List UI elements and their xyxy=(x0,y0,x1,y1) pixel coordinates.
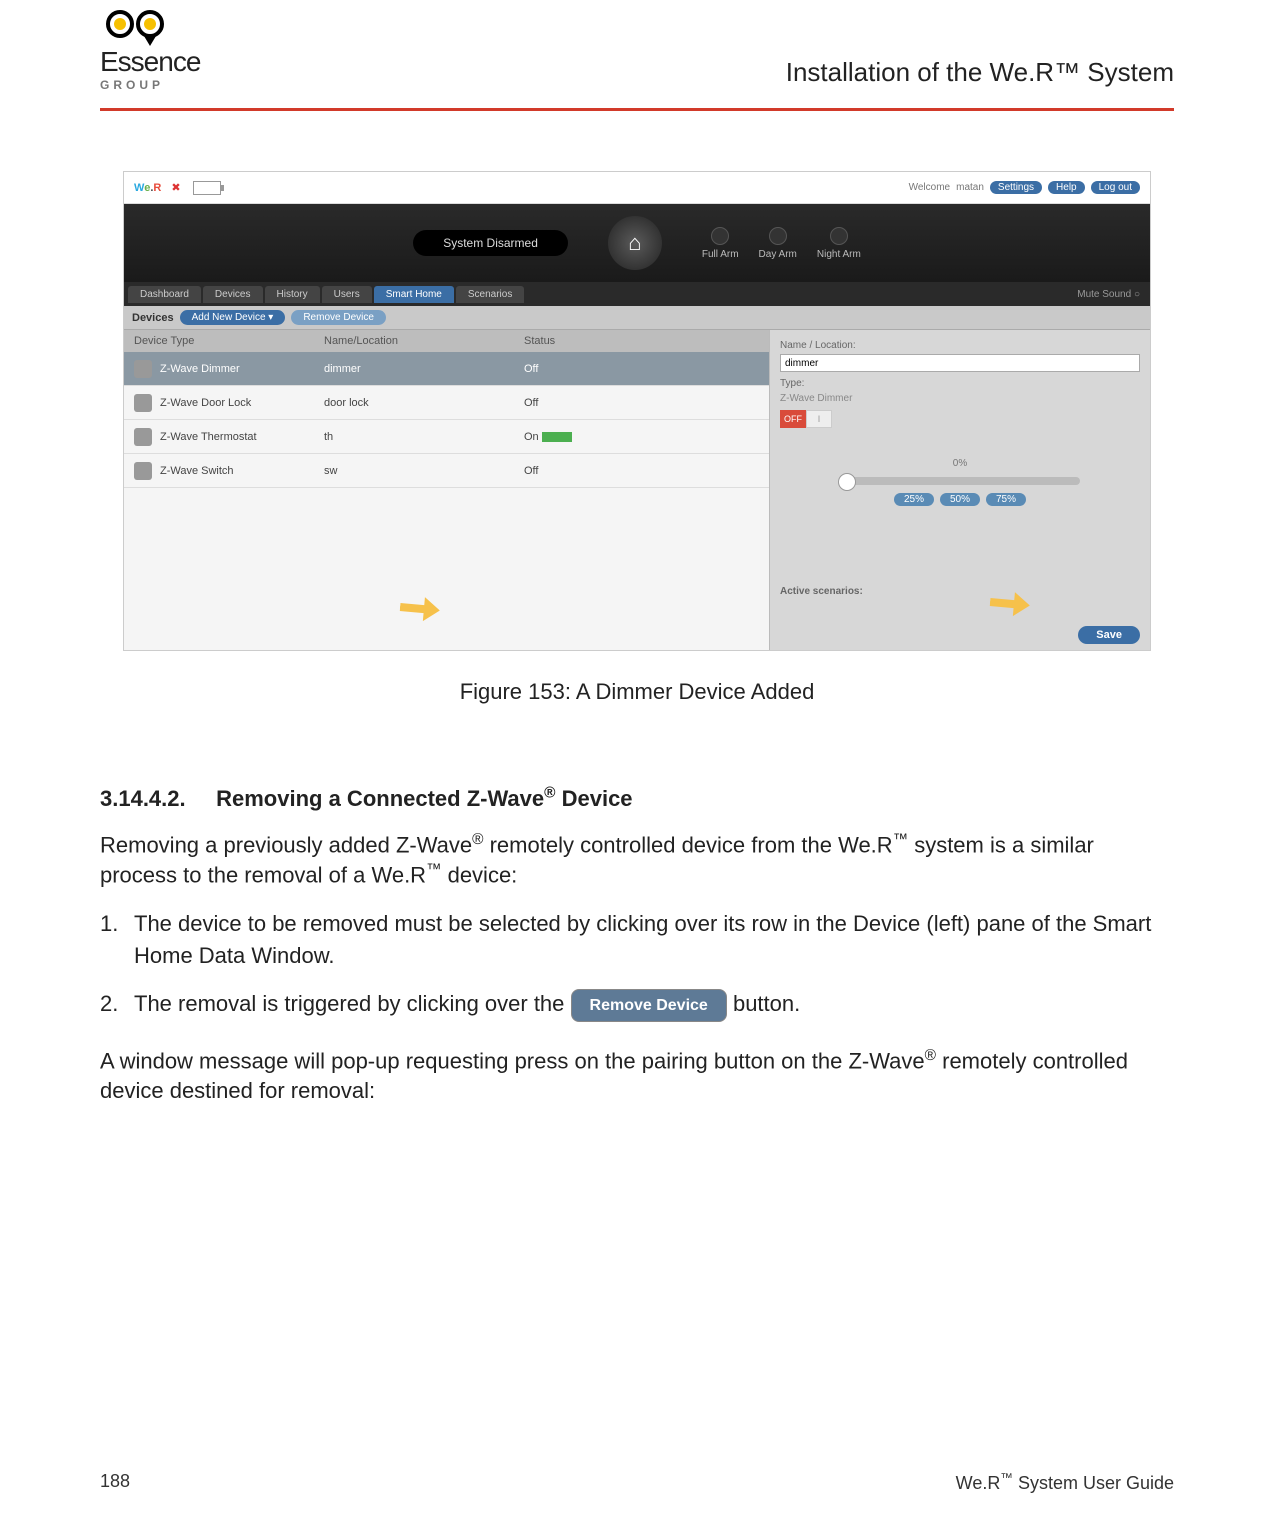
name-input[interactable] xyxy=(780,354,1140,372)
devices-label: Devices xyxy=(132,312,174,324)
device-detail-pane: Name / Location: Type: Z-Wave Dimmer OFF… xyxy=(770,330,1150,650)
logout-link[interactable]: Log out xyxy=(1091,181,1140,194)
active-scenarios-label: Active scenarios: xyxy=(780,586,1140,597)
wer-logo: We.R xyxy=(134,182,161,194)
cell: Off xyxy=(524,363,769,375)
tab-devices[interactable]: Devices xyxy=(203,286,263,303)
tab-users[interactable]: Users xyxy=(322,286,372,303)
tab-dashboard[interactable]: Dashboard xyxy=(128,286,201,303)
full-arm-button[interactable]: Full Arm xyxy=(702,227,739,260)
toggle-off: OFF xyxy=(780,410,806,428)
table-row[interactable]: Z-Wave Thermostat th On xyxy=(124,420,769,454)
system-status: System Disarmed xyxy=(413,230,568,256)
section-heading: 3.14.4.2. Removing a Connected Z-Wave® D… xyxy=(100,785,1174,812)
step-list: 1. The device to be removed must be sele… xyxy=(100,908,1174,1022)
body-paragraph: Removing a previously added Z-Wave® remo… xyxy=(100,830,1174,890)
list-item: 1. The device to be removed must be sele… xyxy=(100,908,1174,972)
figure-caption: Figure 153: A Dimmer Device Added xyxy=(100,679,1174,705)
day-arm-label: Day Arm xyxy=(759,249,797,260)
switch-icon xyxy=(134,462,152,480)
name-label: Name / Location: xyxy=(780,340,1140,351)
cell: th xyxy=(324,431,524,443)
devices-subbar: Devices Add New Device ▾ Remove Device xyxy=(124,306,1150,330)
dimmer-slider[interactable] xyxy=(840,477,1080,485)
percent-label: 0% xyxy=(780,458,1140,469)
type-label: Type: xyxy=(780,378,1140,389)
logo-subtext: GROUP xyxy=(100,78,164,92)
cell: Off xyxy=(524,465,769,477)
tab-history[interactable]: History xyxy=(265,286,320,303)
page-footer: 188 We.R™ System User Guide xyxy=(100,1471,1174,1494)
cell: On xyxy=(524,431,769,443)
section-number: 3.14.4.2. xyxy=(100,786,210,812)
remove-device-inline-button: Remove Device xyxy=(571,989,727,1022)
cell: Z-Wave Switch xyxy=(160,465,234,477)
table-row[interactable]: Z-Wave Switch sw Off xyxy=(124,454,769,488)
welcome-label: Welcome xyxy=(909,182,951,193)
owl-icon xyxy=(106,10,164,38)
settings-link[interactable]: Settings xyxy=(990,181,1042,194)
save-button[interactable]: Save xyxy=(1078,626,1140,644)
tab-scenarios[interactable]: Scenarios xyxy=(456,286,524,303)
logo-text: Essence xyxy=(100,46,200,78)
pct-75-button[interactable]: 75% xyxy=(986,493,1026,506)
tab-smart-home[interactable]: Smart Home xyxy=(374,286,454,303)
body-paragraph: A window message will pop-up requesting … xyxy=(100,1046,1174,1106)
pct-25-button[interactable]: 25% xyxy=(894,493,934,506)
app-topbar: We.R ✖ Welcome matan Settings Help Log o… xyxy=(124,172,1150,204)
full-arm-label: Full Arm xyxy=(702,249,739,260)
col-status: Status xyxy=(524,335,769,347)
section-title: Removing a Connected Z-Wave® Device xyxy=(216,786,632,811)
header-title: Installation of the We.R™ System xyxy=(786,57,1174,92)
col-name: Name/Location xyxy=(324,335,524,347)
add-device-button[interactable]: Add New Device ▾ xyxy=(180,310,286,325)
topbar-right: Welcome matan Settings Help Log out xyxy=(909,181,1140,194)
cell: Off xyxy=(524,397,769,409)
welcome-user: matan xyxy=(956,182,984,193)
status-banner: System Disarmed ⌂ Full Arm Day Arm Night… xyxy=(124,204,1150,282)
cell: sw xyxy=(324,465,524,477)
day-arm-button[interactable]: Day Arm xyxy=(759,227,797,260)
mute-sound-toggle[interactable]: Mute Sound ○ xyxy=(1077,289,1146,300)
list-item: 2. The removal is triggered by clicking … xyxy=(100,988,1174,1022)
lock-icon xyxy=(134,394,152,412)
pct-50-button[interactable]: 50% xyxy=(940,493,980,506)
table-header: Device Type Name/Location Status xyxy=(124,330,769,352)
footer-guide: We.R™ System User Guide xyxy=(956,1471,1174,1494)
cell: dimmer xyxy=(324,363,524,375)
essence-logo: Essence GROUP xyxy=(100,10,200,92)
nav-tabs: Dashboard Devices History Users Smart Ho… xyxy=(124,282,1150,306)
thermostat-icon xyxy=(134,428,152,446)
battery-icon xyxy=(193,181,221,195)
type-value: Z-Wave Dimmer xyxy=(780,393,1140,404)
night-arm-label: Night Arm xyxy=(817,249,861,260)
level-bar xyxy=(542,432,572,442)
page-header: Essence GROUP Installation of the We.R™ … xyxy=(100,0,1174,102)
divider xyxy=(100,108,1174,111)
table-row[interactable]: Z-Wave Dimmer dimmer Off xyxy=(124,352,769,386)
toggle-on: I xyxy=(806,410,832,428)
home-icon: ⌂ xyxy=(628,230,641,256)
app-screenshot: We.R ✖ Welcome matan Settings Help Log o… xyxy=(123,171,1151,651)
help-link[interactable]: Help xyxy=(1048,181,1085,194)
remove-device-button[interactable]: Remove Device xyxy=(291,310,386,325)
night-arm-button[interactable]: Night Arm xyxy=(817,227,861,260)
table-row[interactable]: Z-Wave Door Lock door lock Off xyxy=(124,386,769,420)
alert-icon: ✖ xyxy=(171,181,180,194)
power-toggle[interactable]: OFF I xyxy=(780,410,1140,428)
col-device-type: Device Type xyxy=(124,335,324,347)
cell: Z-Wave Dimmer xyxy=(160,363,240,375)
cell: door lock xyxy=(324,397,524,409)
dimmer-icon xyxy=(134,360,152,378)
page-number: 188 xyxy=(100,1471,130,1494)
cell: Z-Wave Door Lock xyxy=(160,397,251,409)
home-button[interactable]: ⌂ xyxy=(608,216,662,270)
cell: Z-Wave Thermostat xyxy=(160,431,257,443)
